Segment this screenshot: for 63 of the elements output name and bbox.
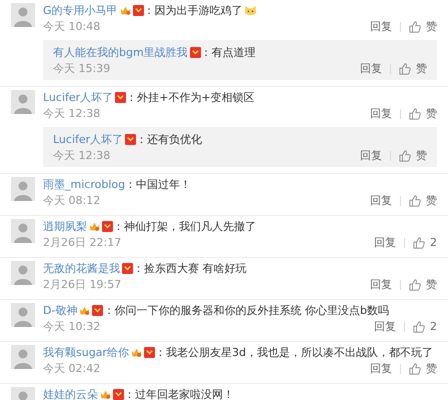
user-name[interactable]: 娃娃的云朵 bbox=[43, 386, 98, 400]
comment-time: 今天 02:42 bbox=[43, 361, 100, 376]
thumbs-up-icon[interactable] bbox=[413, 236, 425, 248]
avatar[interactable] bbox=[11, 303, 35, 327]
comment-text: ：因为出手游吃鸡了 bbox=[144, 2, 243, 18]
avatar[interactable] bbox=[11, 3, 35, 27]
like-link[interactable]: 2 bbox=[430, 320, 437, 333]
comment-text: ：你问一下你的服务器和你的反外挂系统 你心里没点b数吗 bbox=[103, 302, 389, 318]
comment-text: ：神仙打架，我们凡人先撤了 bbox=[113, 218, 256, 234]
like-link[interactable]: 赞 bbox=[416, 148, 427, 163]
comment-time: 2月26日 22:17 bbox=[43, 235, 122, 250]
comment-text: ：中国过年！ bbox=[125, 176, 192, 192]
reply-link[interactable]: 回复 bbox=[370, 193, 392, 208]
comment-time: 今天 12:38 bbox=[53, 148, 110, 163]
avatar[interactable] bbox=[11, 177, 35, 201]
comment-text: ：过年回老家啦没网！ bbox=[124, 386, 234, 400]
thumbs-up-icon[interactable] bbox=[409, 20, 421, 32]
reply-link[interactable]: 回复 bbox=[360, 61, 382, 76]
user-name[interactable]: 逍期夙梨 bbox=[43, 218, 87, 234]
user-name[interactable]: 我有颗sugar给你 bbox=[43, 344, 129, 360]
user-name[interactable]: D-敬神 bbox=[43, 302, 78, 318]
comment-text: ：我老公朋友星3d，我也是，所以凑不出战队，都不玩了 bbox=[154, 344, 433, 360]
reply-link[interactable]: 回复 bbox=[370, 277, 392, 292]
like-link[interactable]: 赞 bbox=[416, 61, 427, 76]
comment-time: 2月26日 19:57 bbox=[43, 277, 122, 292]
comment-time: 今天 12:38 bbox=[43, 106, 100, 121]
user-name[interactable]: 雨墨_microblog bbox=[43, 176, 126, 192]
comment-time: 今天 10:32 bbox=[43, 319, 100, 334]
thumbs-up-icon[interactable] bbox=[409, 278, 421, 290]
comment-text: ：外挂+不作为+变相锁区 bbox=[126, 90, 255, 104]
reply-link[interactable]: 回复 bbox=[360, 148, 382, 163]
thumbs-up-icon[interactable] bbox=[399, 150, 411, 162]
comment-text: ：捡东西大赛 有啥好玩 bbox=[133, 260, 246, 276]
comment-text: ：有点道理 bbox=[200, 44, 256, 60]
reply-link[interactable]: 回复 bbox=[374, 319, 396, 334]
avatar[interactable] bbox=[11, 345, 35, 369]
avatar[interactable] bbox=[11, 261, 35, 285]
comment-time: 今天 10:48 bbox=[43, 19, 100, 34]
like-link[interactable]: 赞 bbox=[426, 277, 437, 292]
reply-link[interactable]: 回复 bbox=[370, 106, 392, 121]
user-name[interactable]: Lucifer人坏了 bbox=[43, 90, 114, 104]
user-name[interactable]: G的专用小马甲 bbox=[43, 2, 118, 18]
like-link[interactable]: 赞 bbox=[426, 361, 437, 376]
comment-text: ：还有负优化 bbox=[136, 132, 202, 146]
user-name[interactable]: 无敌的花酱是我 bbox=[43, 260, 120, 276]
like-link[interactable]: 赞 bbox=[426, 19, 437, 34]
like-link[interactable]: 2 bbox=[430, 236, 437, 249]
thumbs-up-icon[interactable] bbox=[399, 62, 411, 74]
user-name[interactable]: 有人能在我的bgm里战胜我 bbox=[53, 44, 188, 60]
avatar[interactable] bbox=[11, 90, 35, 114]
like-link[interactable]: 赞 bbox=[426, 193, 437, 208]
thumbs-up-icon[interactable] bbox=[409, 108, 421, 120]
thumbs-up-icon[interactable] bbox=[409, 362, 421, 374]
thumbs-up-icon[interactable] bbox=[413, 320, 425, 332]
like-link[interactable]: 赞 bbox=[426, 106, 437, 121]
avatar[interactable] bbox=[11, 219, 35, 243]
reply-link[interactable]: 回复 bbox=[370, 19, 392, 34]
thumbs-up-icon[interactable] bbox=[409, 194, 421, 206]
user-name[interactable]: Lucifer人坏了 bbox=[53, 132, 124, 146]
comment-time: 今天 15:39 bbox=[53, 61, 110, 76]
comment-time: 今天 08:12 bbox=[43, 193, 100, 208]
reply-link[interactable]: 回复 bbox=[374, 235, 396, 250]
reply-link[interactable]: 回复 bbox=[370, 361, 392, 376]
